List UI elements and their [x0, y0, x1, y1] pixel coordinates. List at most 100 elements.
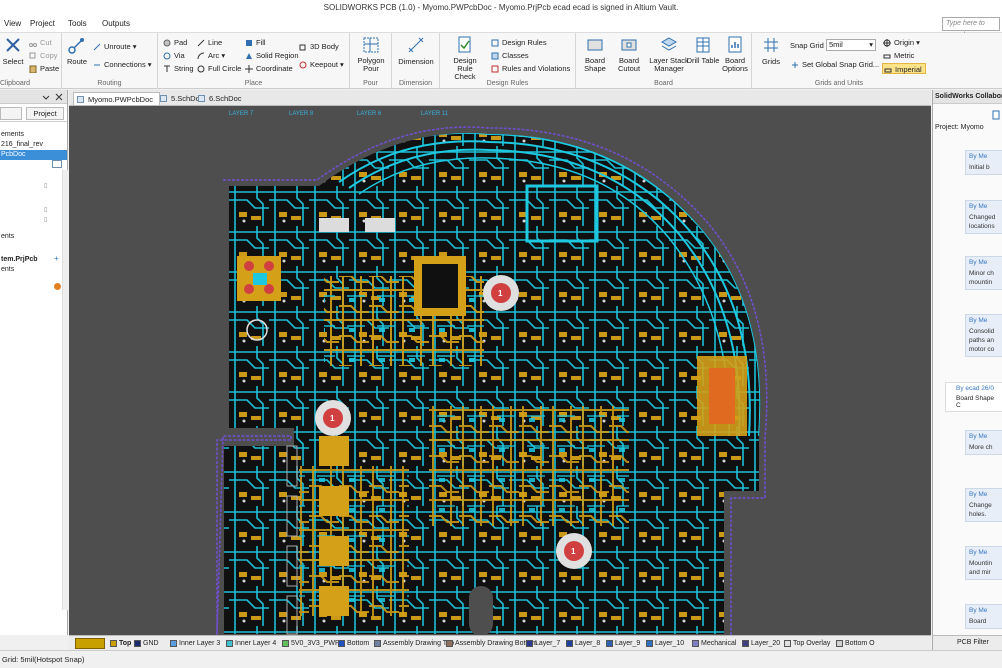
document-icon: ▯: [44, 183, 48, 189]
set-global-snap-grid-button[interactable]: Set Global Snap Grid...: [790, 59, 879, 70]
comment-card[interactable]: By Me Mountin and mir: [965, 546, 1002, 580]
comment-card-other[interactable]: By ecad 26/0 Board Shape C: [945, 382, 1002, 412]
menu-tools[interactable]: Tools: [64, 15, 91, 33]
comment-card[interactable]: By Me Initial b: [965, 150, 1002, 175]
origin-button[interactable]: Origin ▾: [882, 37, 920, 48]
layer-tab[interactable]: Assembly Drawing Bottom: [445, 638, 537, 649]
rules-violations-button[interactable]: Rules and Violations: [490, 63, 570, 74]
layer-tab[interactable]: Layer_20: [741, 638, 780, 649]
layer-tab[interactable]: Layer_7: [525, 638, 560, 649]
route-button[interactable]: Route: [58, 33, 96, 66]
menu-project[interactable]: Project: [26, 15, 59, 33]
layer-tab[interactable]: GND: [133, 638, 159, 649]
document-icon[interactable]: [991, 110, 1001, 120]
paste-button[interactable]: Paste: [28, 63, 59, 74]
scissors-icon: [29, 43, 37, 47]
layer-tab[interactable]: Top: [109, 638, 131, 649]
tab-project[interactable]: Project: [26, 107, 64, 120]
tree-item[interactable]: [0, 190, 67, 200]
copy-button[interactable]: Copy: [28, 50, 58, 61]
comment-card[interactable]: By Me Board: [965, 604, 1002, 629]
layer-tab[interactable]: Inner Layer 3: [169, 638, 220, 649]
search-input[interactable]: Type here to search: [942, 17, 1000, 39]
tab-workspace[interactable]: [0, 107, 22, 120]
fill-button[interactable]: Fill: [244, 37, 266, 48]
tree-item[interactable]: ents: [0, 265, 67, 275]
metric-button[interactable]: Metric: [882, 50, 914, 61]
tree-item[interactable]: ents: [0, 232, 67, 242]
polygon-pour-button[interactable]: Polygon Pour: [352, 33, 390, 73]
tree-item[interactable]: [0, 220, 67, 230]
pcb-canvas[interactable]: LAYER 7 LAYER 8 LAYER 6 LAYER 11 1 1 1: [69, 106, 931, 635]
scrollbar[interactable]: [62, 170, 68, 610]
classes-button[interactable]: Classes: [490, 50, 529, 61]
tree-item[interactable]: [0, 200, 67, 210]
layer-color-swatch: [226, 640, 233, 647]
tab-pcb-filter[interactable]: PCB Filter: [957, 639, 989, 646]
tree-item[interactable]: 216_final_rev: [0, 140, 67, 150]
tree-item[interactable]: ements: [0, 130, 67, 140]
keepout-button[interactable]: Keepout ▾: [298, 59, 344, 70]
tree-item[interactable]: [0, 170, 67, 180]
layer-tab[interactable]: Mechanical: [691, 638, 736, 649]
imperial-button[interactable]: Imperial: [882, 63, 926, 74]
group-label-grids-units: Grids and Units: [814, 80, 864, 87]
layer-color-swatch: [134, 640, 141, 647]
dimension-button[interactable]: Dimension: [397, 33, 435, 66]
dropdown-icon[interactable]: [42, 93, 50, 101]
layer-tab[interactable]: 5V0_3V3_PWR: [281, 638, 340, 649]
line-button[interactable]: Line: [196, 37, 222, 48]
connections-button[interactable]: Connections ▾: [92, 59, 152, 70]
ruler-icon: [884, 68, 892, 73]
close-icon[interactable]: [55, 93, 63, 101]
comment-card[interactable]: By Me Changed locations: [965, 200, 1002, 234]
board-shape-button[interactable]: Board Shape: [576, 33, 614, 73]
grids-button[interactable]: Grids: [752, 33, 790, 66]
comment-card[interactable]: By Me Consolid paths an motor co: [965, 314, 1002, 357]
tab-schematic-6[interactable]: 6.SchDoc: [195, 92, 248, 105]
ribbon: Select Cut Copy Paste Clipboard Route Un…: [0, 33, 1002, 89]
layer-tab[interactable]: Inner Layer 4: [225, 638, 276, 649]
arc-button[interactable]: Arc ▾: [196, 50, 225, 61]
document-icon: ▯: [44, 207, 48, 213]
layer-tab[interactable]: Layer_8: [565, 638, 600, 649]
unroute-button[interactable]: Unroute ▾: [92, 41, 137, 52]
coordinate-button[interactable]: Coordinate: [244, 63, 293, 74]
layer-tab[interactable]: Top Overlay: [783, 638, 830, 649]
layer-tab-label: Top Overlay: [793, 640, 831, 647]
board-options-button[interactable]: Board Options: [716, 33, 754, 73]
tree-item[interactable]: [0, 242, 67, 252]
grid-small-icon: [792, 62, 798, 68]
via-button[interactable]: Via: [162, 50, 185, 61]
menu-view[interactable]: View: [0, 15, 25, 33]
board-cutout-button[interactable]: Board Cutout: [610, 33, 648, 73]
layer-tab[interactable]: Bottom O: [835, 638, 875, 649]
layer-tab[interactable]: Layer_9: [605, 638, 640, 649]
design-rules-button[interactable]: Design Rules: [490, 37, 547, 48]
tree-item[interactable]: [0, 210, 67, 220]
design-rule-check-button[interactable]: Design Rule Check: [446, 33, 484, 81]
menu-outputs[interactable]: Outputs: [98, 15, 134, 33]
comment-card[interactable]: By Me Minor ch mountin: [965, 256, 1002, 290]
snap-grid-select[interactable]: 5mil ▾: [826, 39, 876, 51]
full-circle-button[interactable]: Full Circle: [196, 63, 241, 74]
group-design-rules: Design Rule Check Design Rules Classes R…: [440, 33, 576, 89]
tree-item-selected[interactable]: PcbDoc: [0, 150, 67, 160]
3d-body-button[interactable]: 3D Body: [298, 41, 339, 52]
layer-tab[interactable]: Assembly Drawing Top: [373, 638, 454, 649]
plus-icon[interactable]: +: [54, 254, 59, 263]
document-icon: ▯: [44, 217, 48, 223]
cut-button[interactable]: Cut: [28, 37, 52, 48]
layer-label: LAYER 8: [289, 111, 314, 117]
current-layer-swatch[interactable]: [75, 638, 105, 649]
layer-tab[interactable]: Bottom: [337, 638, 369, 649]
comment-card[interactable]: By Me Change holes.: [965, 488, 1002, 522]
layer-tab[interactable]: Layer_10: [645, 638, 684, 649]
string-button[interactable]: String: [162, 63, 194, 74]
comment-card[interactable]: By Me More ch: [965, 430, 1002, 455]
tree-item[interactable]: [0, 180, 67, 190]
solid-region-button[interactable]: Solid Region: [244, 50, 299, 61]
tab-pcb-document[interactable]: Myomo.PWPcbDoc: [73, 92, 161, 105]
pad-button[interactable]: Pad: [162, 37, 187, 48]
connections-icon: [94, 64, 100, 66]
